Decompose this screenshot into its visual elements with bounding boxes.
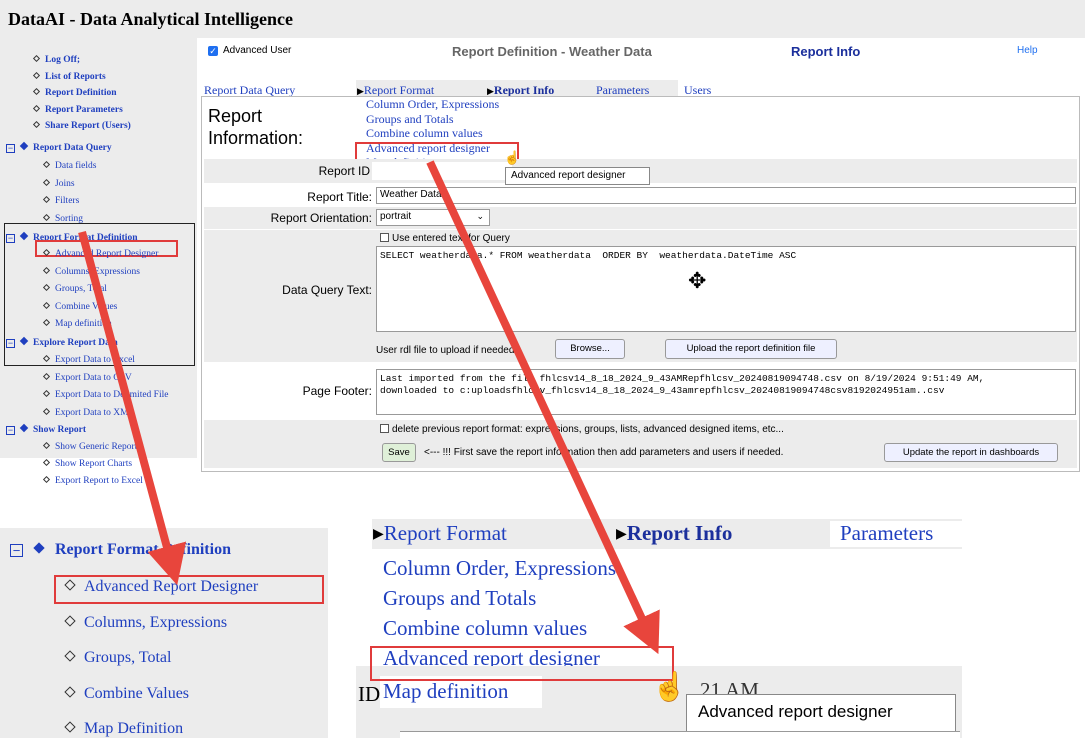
arrow-right <box>426 160 660 655</box>
arrow-left <box>78 230 187 586</box>
callout-arrows <box>78 160 660 655</box>
